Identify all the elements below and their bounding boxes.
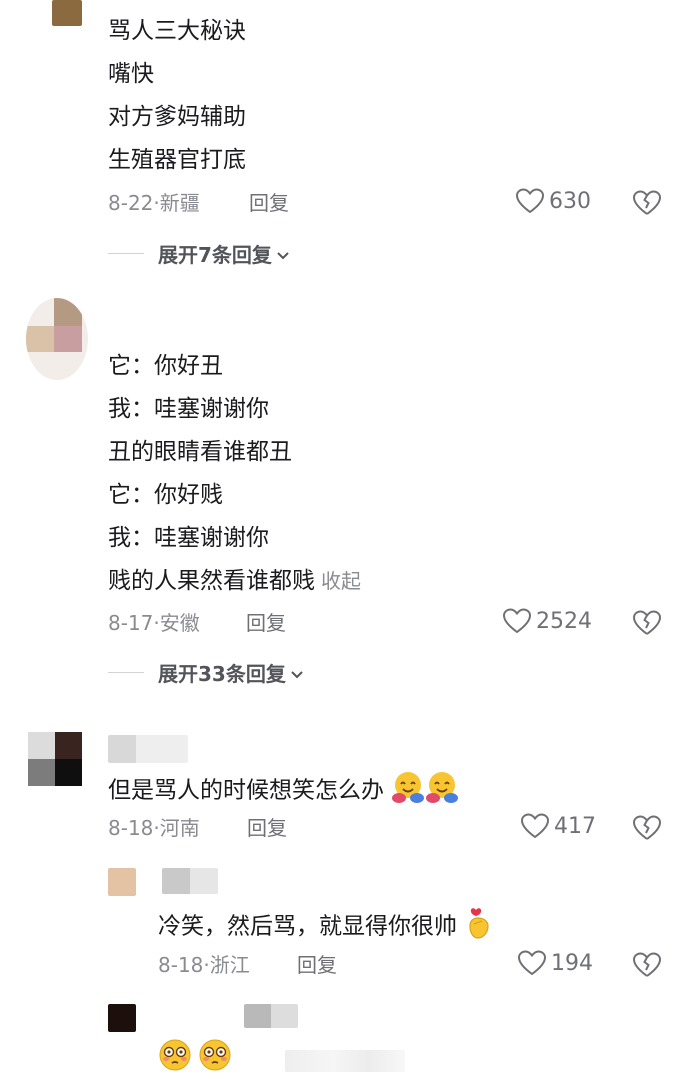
broken-heart-icon bbox=[632, 814, 662, 842]
comment-text: 但是骂人的时候想笑怎么办 bbox=[108, 777, 384, 804]
flushed-face-icon bbox=[198, 1038, 232, 1076]
like-button[interactable]: 417 bbox=[520, 812, 596, 840]
comment-meta: 8-22·新疆 bbox=[108, 191, 200, 215]
like-count: 630 bbox=[549, 188, 591, 214]
reply-text: 冷笑，然后骂，就显得你很帅 bbox=[158, 913, 457, 940]
heart-icon bbox=[502, 607, 532, 635]
comment-text-line-last: 贱的人果然看谁都贱 收起 bbox=[108, 566, 361, 596]
comment-text-line: 嘴快 bbox=[108, 61, 154, 87]
comment-date: 8-17 bbox=[108, 611, 154, 635]
comment-text-line: 它：你好丑 bbox=[108, 353, 223, 379]
expand-replies-label: 展开7条回复 bbox=[158, 243, 272, 267]
hugging-face-icon bbox=[425, 770, 459, 812]
comment-date: 8-22 bbox=[108, 191, 154, 215]
like-button[interactable]: 630 bbox=[515, 187, 591, 215]
expand-replies-button[interactable]: 展开7条回复 bbox=[108, 239, 290, 268]
reply-date: 8-18 bbox=[158, 953, 204, 977]
comment-text-line: 对方爹妈辅助 bbox=[108, 104, 246, 130]
heart-icon bbox=[515, 187, 545, 215]
avatar[interactable] bbox=[108, 1004, 136, 1032]
like-count: 417 bbox=[554, 813, 596, 839]
username-blurred bbox=[108, 735, 188, 763]
reply-emoji-row bbox=[158, 1038, 232, 1076]
reply-meta: 8-18·浙江 bbox=[158, 953, 250, 977]
comment-text-line: 我：哇塞谢谢你 bbox=[108, 396, 269, 422]
heart-icon bbox=[517, 949, 547, 977]
comment-text: 贱的人果然看谁都贱 bbox=[108, 568, 315, 594]
collapse-button[interactable]: 收起 bbox=[321, 569, 361, 593]
broken-heart-icon bbox=[632, 609, 662, 637]
reply-text-line: 冷笑，然后骂，就显得你很帅 bbox=[158, 906, 494, 948]
expand-replies-button[interactable]: 展开33条回复 bbox=[108, 658, 304, 687]
hugging-face-icon bbox=[391, 770, 425, 812]
comment-text-line: 骂人三大秘诀 bbox=[108, 18, 246, 44]
avatar[interactable] bbox=[52, 0, 82, 26]
expand-replies-label: 展开33条回复 bbox=[158, 662, 286, 686]
avatar[interactable] bbox=[26, 298, 88, 380]
like-button[interactable]: 2524 bbox=[502, 607, 592, 635]
divider bbox=[108, 253, 144, 254]
comment-meta: 8-17·安徽 bbox=[108, 611, 200, 635]
username-blurred bbox=[162, 868, 218, 894]
broken-heart-icon bbox=[632, 189, 662, 217]
finger-heart-icon bbox=[464, 906, 494, 948]
username-blurred bbox=[244, 1004, 298, 1028]
chevron-down-icon bbox=[276, 242, 290, 266]
reply-button[interactable]: 回复 bbox=[297, 952, 337, 978]
avatar[interactable] bbox=[28, 732, 82, 786]
dislike-button[interactable] bbox=[632, 189, 662, 217]
comment-text-line: 丑的眼睛看谁都丑 bbox=[108, 439, 292, 465]
comment-location: 河南 bbox=[159, 816, 200, 840]
dislike-button[interactable] bbox=[632, 951, 662, 979]
dislike-button[interactable] bbox=[632, 609, 662, 637]
comment-location: 新疆 bbox=[159, 191, 200, 215]
comment-text-line: 我：哇塞谢谢你 bbox=[108, 525, 269, 551]
divider bbox=[108, 672, 144, 673]
comment-text-line: 它：你好贱 bbox=[108, 482, 223, 508]
comment-text-line: 生殖器官打底 bbox=[108, 147, 246, 173]
reply-button[interactable]: 回复 bbox=[247, 815, 287, 841]
chevron-down-icon bbox=[290, 661, 304, 685]
like-count: 2524 bbox=[536, 608, 592, 634]
reply-button[interactable]: 回复 bbox=[246, 610, 286, 636]
flushed-face-icon bbox=[158, 1038, 192, 1076]
comment-meta: 8-18·河南 bbox=[108, 816, 200, 840]
avatar[interactable] bbox=[108, 868, 136, 896]
comment-text-line: 但是骂人的时候想笑怎么办 bbox=[108, 770, 459, 812]
broken-heart-icon bbox=[632, 951, 662, 979]
heart-icon bbox=[520, 812, 550, 840]
like-count: 194 bbox=[551, 950, 593, 976]
reply-location: 浙江 bbox=[209, 953, 250, 977]
comment-date: 8-18 bbox=[108, 816, 154, 840]
blurred-content bbox=[285, 1050, 405, 1072]
reply-button[interactable]: 回复 bbox=[249, 190, 289, 216]
comment-location: 安徽 bbox=[159, 611, 200, 635]
like-button[interactable]: 194 bbox=[517, 949, 593, 977]
dislike-button[interactable] bbox=[632, 814, 662, 842]
